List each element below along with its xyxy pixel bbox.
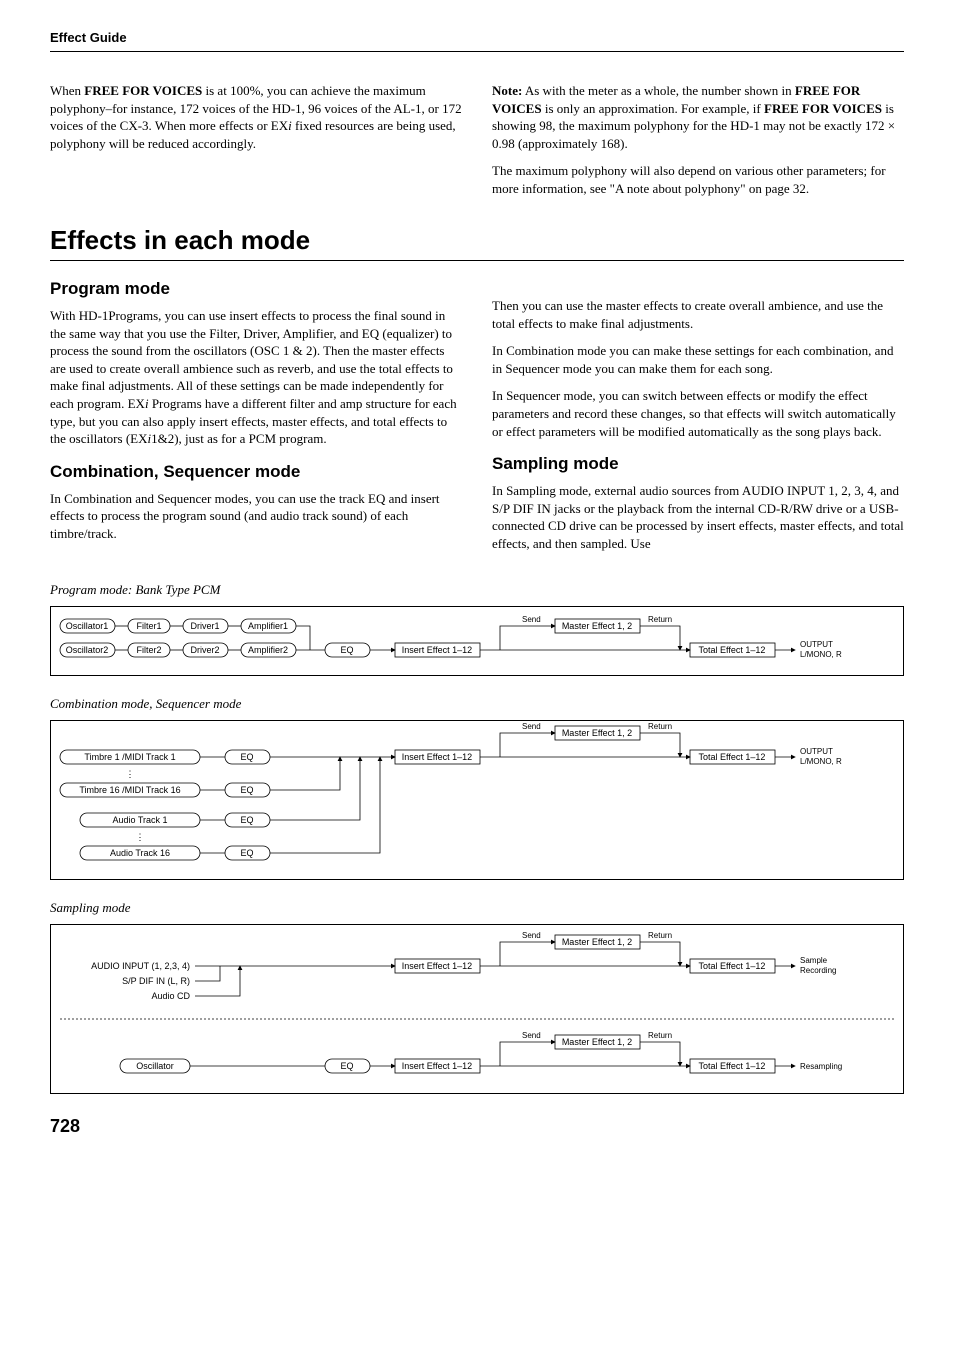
recording-label: Recording bbox=[800, 966, 836, 975]
t: When bbox=[50, 83, 84, 98]
eq-label: EQ bbox=[240, 752, 253, 762]
output2-label: L/MONO, R bbox=[800, 757, 842, 766]
svg-text:⋮: ⋮ bbox=[136, 832, 145, 842]
ifx-label: Insert Effect 1–12 bbox=[402, 961, 472, 971]
combination-mode-title: Combination, Sequencer mode bbox=[50, 462, 462, 482]
col2b-p3: In Sequencer mode, you can switch betwee… bbox=[492, 387, 904, 440]
tfx-label: Total Effect 1–12 bbox=[699, 961, 766, 971]
output2-label: L/MONO, R bbox=[800, 650, 842, 659]
t: is only an approximation. For example, i… bbox=[542, 101, 764, 116]
timbre16-label: Timbre 16 /MIDI Track 16 bbox=[79, 785, 180, 795]
modes-row: Program mode With HD-1Programs, you can … bbox=[50, 265, 904, 562]
diagram2-caption: Combination mode, Sequencer mode bbox=[50, 696, 904, 712]
program-p1: With HD-1Programs, you can use insert ef… bbox=[50, 307, 462, 447]
sample-label: Sample bbox=[800, 956, 828, 965]
send-label: Send bbox=[522, 615, 541, 624]
eq-label: EQ bbox=[340, 1061, 353, 1071]
flt1-label: Filter1 bbox=[136, 621, 161, 631]
timbre1-label: Timbre 1 /MIDI Track 1 bbox=[84, 752, 175, 762]
osc2-label: Oscillator2 bbox=[66, 645, 109, 655]
ifx-label: Insert Effect 1–12 bbox=[402, 752, 472, 762]
diagram-combination: Timbre 1 /MIDI Track 1 EQ ⋮ Timbre 16 /M… bbox=[50, 720, 904, 880]
osc1-label: Oscillator1 bbox=[66, 621, 109, 631]
tfx-label: Total Effect 1–12 bbox=[699, 645, 766, 655]
col2b-p2: In Combination mode you can make these s… bbox=[492, 342, 904, 377]
diagram1-caption: Program mode: Bank Type PCM bbox=[50, 582, 904, 598]
send-label: Send bbox=[522, 722, 541, 731]
t: FREE FOR VOICES bbox=[84, 83, 202, 98]
mfx-label: Master Effect 1, 2 bbox=[562, 937, 632, 947]
intro-p3: The maximum polyphony will also depend o… bbox=[492, 162, 904, 197]
ainput-label: AUDIO INPUT (1, 2,3, 4) bbox=[91, 961, 190, 971]
resampling-label: Resampling bbox=[800, 1062, 842, 1071]
tfx-label: Total Effect 1–12 bbox=[699, 752, 766, 762]
osc-label: Oscillator bbox=[136, 1061, 174, 1071]
diagram-program: Oscillator1 Filter1 Driver1 Amplifier1 O… bbox=[50, 606, 904, 676]
return-label: Return bbox=[648, 615, 672, 624]
send-label: Send bbox=[522, 1031, 541, 1040]
page-number: 728 bbox=[50, 1116, 904, 1137]
eq-label: EQ bbox=[240, 815, 253, 825]
t: Note: bbox=[492, 83, 522, 98]
eq-label: EQ bbox=[340, 645, 353, 655]
svg-text:⋮: ⋮ bbox=[126, 769, 135, 779]
atrack1-label: Audio Track 1 bbox=[112, 815, 167, 825]
ifx-label: Insert Effect 1–12 bbox=[402, 1061, 472, 1071]
drv1-label: Driver1 bbox=[190, 621, 219, 631]
diagram-sampling: AUDIO INPUT (1, 2,3, 4) S/P DIF IN (L, R… bbox=[50, 924, 904, 1094]
intro-row: When FREE FOR VOICES is at 100%, you can… bbox=[50, 82, 904, 207]
spdif-label: S/P DIF IN (L, R) bbox=[122, 976, 190, 986]
mfx-label: Master Effect 1, 2 bbox=[562, 728, 632, 738]
output-label: OUTPUT bbox=[800, 640, 833, 649]
col2b-p1: Then you can use the master effects to c… bbox=[492, 297, 904, 332]
t: 1&2), just as for a PCM program. bbox=[151, 431, 326, 446]
intro-p2: Note: As with the meter as a whole, the … bbox=[492, 82, 904, 152]
section-title: Effects in each mode bbox=[50, 225, 904, 261]
t: As with the meter as a whole, the number… bbox=[522, 83, 795, 98]
combi-p1: In Combination and Sequencer modes, you … bbox=[50, 490, 462, 543]
audiocd-label: Audio CD bbox=[151, 991, 190, 1001]
amp2-label: Amplifier2 bbox=[248, 645, 288, 655]
output-label: OUTPUT bbox=[800, 747, 833, 756]
tfx-label: Total Effect 1–12 bbox=[699, 1061, 766, 1071]
atrack16-label: Audio Track 16 bbox=[110, 848, 170, 858]
t: FREE FOR VOICES bbox=[764, 101, 882, 116]
return-label: Return bbox=[648, 722, 672, 731]
program-mode-title: Program mode bbox=[50, 279, 462, 299]
eq-label: EQ bbox=[240, 785, 253, 795]
return-label: Return bbox=[648, 931, 672, 940]
ifx-label: Insert Effect 1–12 bbox=[402, 645, 472, 655]
drv2-label: Driver2 bbox=[190, 645, 219, 655]
mfx-label: Master Effect 1, 2 bbox=[562, 1037, 632, 1047]
send-label: Send bbox=[522, 931, 541, 940]
intro-p1: When FREE FOR VOICES is at 100%, you can… bbox=[50, 82, 462, 152]
amp1-label: Amplifier1 bbox=[248, 621, 288, 631]
eq-label: EQ bbox=[240, 848, 253, 858]
mfx-label: Master Effect 1, 2 bbox=[562, 621, 632, 631]
header-section-label: Effect Guide bbox=[50, 30, 904, 52]
sampling-mode-title: Sampling mode bbox=[492, 454, 904, 474]
sampling-p1: In Sampling mode, external audio sources… bbox=[492, 482, 904, 552]
diagram3-caption: Sampling mode bbox=[50, 900, 904, 916]
flt2-label: Filter2 bbox=[136, 645, 161, 655]
return-label: Return bbox=[648, 1031, 672, 1040]
